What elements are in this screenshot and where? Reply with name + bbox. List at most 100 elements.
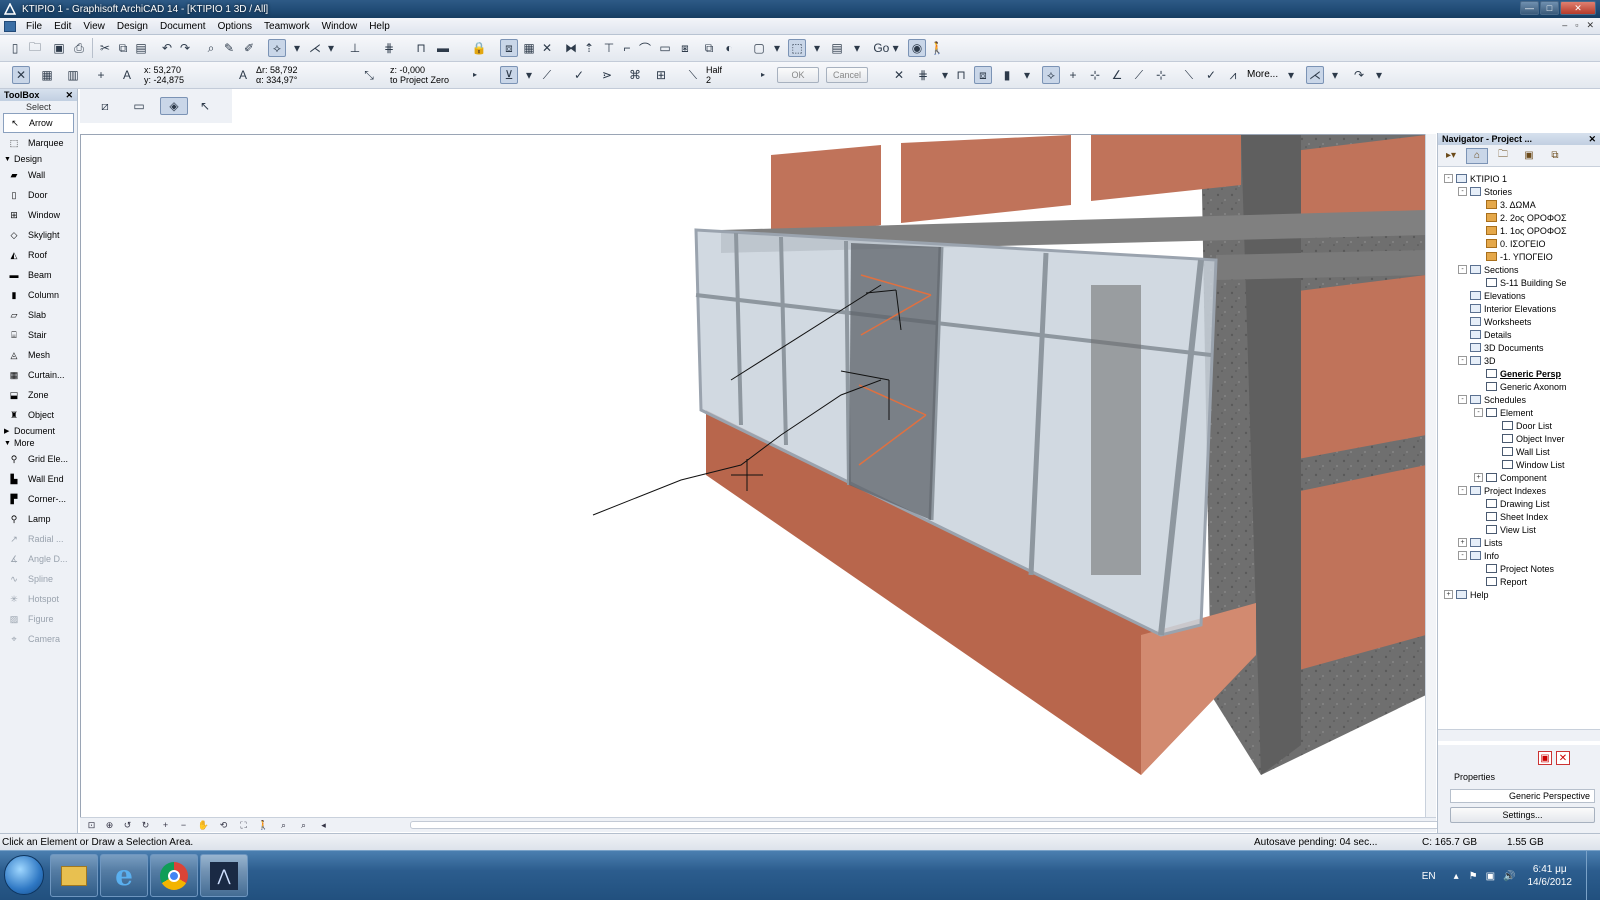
check-icon[interactable]: ✓ [570, 66, 588, 84]
tool-angle-dimension[interactable]: ∡ Angle D... [0, 549, 77, 569]
find-select-icon[interactable]: ⌕ [202, 39, 220, 57]
tool-door[interactable]: ▯ Door [0, 185, 77, 205]
next-zoom-icon[interactable]: ↻ [138, 819, 153, 831]
expand-icon[interactable]: + [1474, 473, 1483, 482]
tool-curtain-wall[interactable]: ▦ Curtain... [0, 365, 77, 385]
tree-node[interactable]: - Stories [1458, 185, 1512, 198]
half-arrow-icon[interactable]: ▸ [758, 68, 768, 80]
tree-node[interactable]: Sheet Index [1474, 510, 1548, 523]
previous-zoom-icon[interactable]: ↺ [120, 819, 135, 831]
start-button[interactable] [4, 855, 44, 895]
intersect-icon[interactable]: ⊤ [600, 39, 618, 57]
section-icon[interactable]: ▤ [828, 39, 846, 57]
snap-guides-icon[interactable]: ⟡ [1042, 66, 1060, 84]
z-axis-icon[interactable]: ⤡ [360, 66, 378, 84]
zoom-window-icon[interactable]: ⊕ [102, 819, 117, 831]
half-division-icon[interactable]: ⟍ [684, 66, 702, 84]
tangent-icon[interactable]: ⊹ [1152, 66, 1170, 84]
measure-icon[interactable]: ⟋ [538, 66, 556, 84]
tree-node[interactable]: Generic Axonom [1474, 380, 1567, 393]
dropdown-arrow-icon[interactable]: ▾ [808, 39, 826, 57]
settings-button[interactable]: Settings... [1450, 807, 1595, 823]
relative-coord-icon[interactable]: A [234, 66, 252, 84]
tool-wall-end[interactable]: ▙ Wall End [0, 469, 77, 489]
horizontal-scrollbar[interactable] [410, 821, 1490, 829]
tool-grid-element[interactable]: ⚲ Grid Ele... [0, 449, 77, 469]
3d-model-render[interactable] [81, 135, 1425, 817]
distribute-icon[interactable]: ⋕ [380, 39, 398, 57]
maximize-button[interactable]: □ [1540, 1, 1559, 15]
collapse-icon[interactable]: - [1458, 395, 1467, 404]
menu-help[interactable]: Help [363, 21, 396, 32]
pan-icon[interactable]: ✋ [196, 819, 211, 831]
tool-mesh[interactable]: ◬ Mesh [0, 345, 77, 365]
redo-icon[interactable]: ↷ [176, 39, 194, 57]
more-button[interactable]: More... [1247, 70, 1278, 80]
expand-icon[interactable]: + [1444, 590, 1453, 599]
dropdown-arrow-icon[interactable]: ▾ [1282, 66, 1300, 84]
walk-icon[interactable]: 🚶 [928, 39, 946, 57]
document-group-toggle[interactable]: ▶ Document [0, 425, 77, 437]
zoom-extents-icon[interactable]: ⌕ [296, 819, 311, 831]
tool-wall[interactable]: ▰ Wall [0, 165, 77, 185]
trace-reference-icon[interactable]: ⧈ [974, 66, 992, 84]
print-icon[interactable]: ⎙ [70, 39, 88, 57]
delete-view-icon[interactable]: ✕ [1556, 751, 1570, 765]
tree-node[interactable]: S-11 Building Se [1474, 276, 1566, 289]
render-icon[interactable]: ◐ [720, 39, 738, 57]
collapse-icon[interactable]: - [1458, 356, 1467, 365]
tree-node[interactable]: Object Inver [1490, 432, 1565, 445]
lock-icon[interactable]: 🔒 [470, 39, 488, 57]
show-hidden-icons-icon[interactable]: ▴ [1454, 871, 1459, 882]
tree-node[interactable]: Generic Persp [1474, 367, 1561, 380]
tool-slab[interactable]: ▱ Slab [0, 305, 77, 325]
adjust-icon[interactable]: ⇡ [580, 39, 598, 57]
group-icon[interactable]: ⊓ [412, 39, 430, 57]
layout-icon[interactable]: ⊓ [952, 66, 970, 84]
clock[interactable]: 6:41 μμ 14/6/2012 [1528, 863, 1573, 889]
go-label[interactable]: Go ▾ [872, 39, 900, 57]
menu-window[interactable]: Window [316, 21, 364, 32]
distance-coordinate[interactable]: Δr: 58,792 [256, 65, 298, 75]
new-view-icon[interactable]: ▣ [1538, 751, 1552, 765]
tree-node[interactable]: 3D Documents [1458, 341, 1544, 354]
ok-button[interactable]: OK [777, 67, 819, 83]
grid-snap-icon[interactable]: ▦ [38, 66, 56, 84]
tree-node[interactable]: - Element [1474, 406, 1533, 419]
half-label[interactable]: Half [706, 65, 722, 75]
tree-node[interactable]: - 3D [1458, 354, 1496, 367]
tool-camera[interactable]: ⌖ Camera [0, 629, 77, 649]
orbit-view-icon[interactable]: ⟲ [216, 819, 231, 831]
tree-node[interactable]: - Project Indexes [1458, 484, 1546, 497]
x-coordinate[interactable]: x: 53,270 [144, 65, 181, 75]
archicad-taskbar-button[interactable]: ⋀ [200, 854, 248, 897]
dropdown-arrow-icon[interactable]: ▾ [288, 39, 306, 57]
collapse-icon[interactable]: - [1458, 265, 1467, 274]
tree-node[interactable]: + Lists [1458, 536, 1503, 549]
tree-node[interactable]: Door List [1490, 419, 1552, 432]
tree-node[interactable]: Drawing List [1474, 497, 1550, 510]
z-coordinate[interactable]: z: -0,000 [390, 65, 425, 75]
design-group-toggle[interactable]: ▼ Design [0, 153, 77, 165]
3d-viewport[interactable] [80, 134, 1425, 817]
language-indicator[interactable]: EN [1422, 871, 1436, 882]
explode-icon[interactable]: ⧆ [676, 39, 694, 57]
collapse-icon[interactable]: - [1458, 486, 1467, 495]
tool-arrow[interactable]: ↖ Arrow [3, 113, 74, 133]
explore-icon[interactable]: ⛶ [236, 819, 251, 831]
collapse-icon[interactable]: - [1458, 551, 1467, 560]
open-icon[interactable]: 🗀 [26, 39, 44, 57]
tree-node[interactable]: 1. 1ος ΟΡΟΦΟΣ [1474, 224, 1567, 237]
flag-icon[interactable]: ⚑ [1469, 871, 1478, 882]
publisher-sets-icon[interactable]: ⧉ [1544, 148, 1566, 164]
selection-method-icon[interactable]: ⧄ [96, 97, 114, 115]
tree-node[interactable]: Report [1474, 575, 1527, 588]
navigator-close-icon[interactable]: ✕ [1588, 134, 1596, 145]
explorer-taskbar-button[interactable] [50, 854, 98, 897]
fit-in-window-icon[interactable]: ⊡ [84, 819, 99, 831]
dropdown-arrow-icon[interactable]: ▾ [848, 39, 866, 57]
navigator-scrollbar[interactable] [1438, 729, 1600, 741]
collapse-icon[interactable]: - [1458, 187, 1467, 196]
cut-icon[interactable]: ✂ [96, 39, 114, 57]
pick-up-icon[interactable]: ✎ [220, 39, 238, 57]
